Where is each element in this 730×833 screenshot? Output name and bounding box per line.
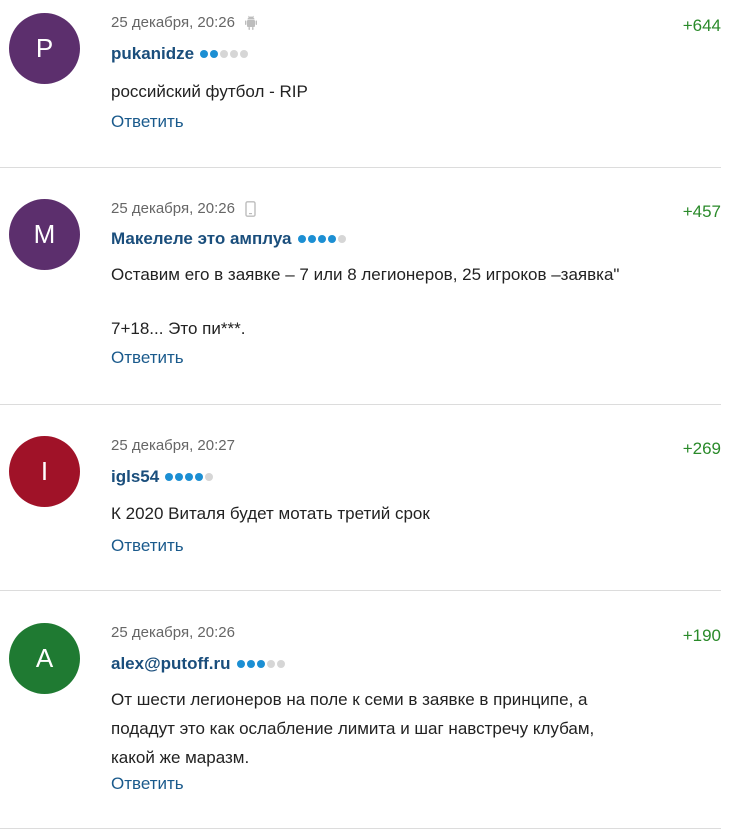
comment-text: российский футбол - RIP <box>111 78 721 106</box>
comment-score: +457 <box>682 202 721 221</box>
comment-item: A 25 декабря, 20:26 +190 alex@putoff.ru … <box>0 591 721 829</box>
comment-text-line: российский футбол - RIP <box>111 82 308 101</box>
comment-text: К 2020 Виталя будет мотать третий срок <box>111 500 721 528</box>
rating-dot <box>236 660 245 668</box>
comment-meta: 25 декабря, 20:27 <box>111 437 235 454</box>
comment-meta: 25 декабря, 20:26 <box>111 200 256 217</box>
comment-score: +190 <box>682 626 721 645</box>
mobile-phone-icon <box>245 200 256 217</box>
author-line: Макелеле это амплуа <box>111 229 346 249</box>
comment-text-line: К 2020 Виталя будет мотать третий срок <box>111 504 430 523</box>
rating-dot <box>200 50 209 58</box>
author-name[interactable]: pukanidze <box>111 44 194 64</box>
comment-date: 25 декабря, 20:27 <box>111 437 235 454</box>
rating-dot <box>220 50 229 58</box>
rating-dot <box>240 50 249 58</box>
author-line: alex@putoff.ru <box>111 654 285 674</box>
author-line: pukanidze <box>111 44 249 64</box>
author-rating-dots <box>165 473 214 481</box>
avatar[interactable]: I <box>9 436 80 507</box>
rating-dot <box>317 235 326 243</box>
comment-date: 25 декабря, 20:26 <box>111 14 235 31</box>
rating-dot <box>175 473 184 481</box>
comment-feed: P 25 декабря, 20:26 +644 pukanidze росси… <box>0 0 730 829</box>
rating-dot <box>210 50 219 58</box>
rating-dot <box>205 473 214 481</box>
rating-dot <box>185 473 194 481</box>
author-rating-dots <box>200 50 249 58</box>
comment-text: От шести легионеров на поле к семи в зая… <box>111 685 721 772</box>
rating-dot <box>307 235 316 243</box>
rating-dot <box>337 235 346 243</box>
comment-text-line: подадут это как ослабление лимита и шаг … <box>111 719 595 738</box>
avatar[interactable]: A <box>9 623 80 694</box>
android-icon <box>244 15 257 31</box>
author-line: igls54 <box>111 467 214 487</box>
comment-text: Оставим его в заявке – 7 или 8 легионеро… <box>111 261 721 343</box>
comment-meta: 25 декабря, 20:26 <box>111 624 235 641</box>
comment-item: I 25 декабря, 20:27 +269 igls54 К 2020 В… <box>0 405 721 591</box>
avatar[interactable]: M <box>9 199 80 270</box>
author-name[interactable]: Макелеле это амплуа <box>111 229 292 249</box>
rating-dot <box>276 660 285 668</box>
author-name[interactable]: alex@putoff.ru <box>111 654 231 674</box>
rating-dot <box>327 235 336 243</box>
rating-dot <box>230 50 239 58</box>
reply-link[interactable]: Ответить <box>111 112 184 132</box>
comment-item: M 25 декабря, 20:26 +457 Макелеле это ам… <box>0 168 721 405</box>
comment-text-line: какой же маразм. <box>111 748 250 767</box>
comment-item: P 25 декабря, 20:26 +644 pukanidze росси… <box>0 0 721 168</box>
comment-text-line <box>111 289 721 315</box>
comment-score: +269 <box>682 439 721 458</box>
comment-text-line: 7+18... Это пи***. <box>111 319 246 338</box>
rating-dot <box>266 660 275 668</box>
author-rating-dots <box>236 660 285 668</box>
rating-dot <box>297 235 306 243</box>
reply-link[interactable]: Ответить <box>111 774 184 794</box>
comment-date: 25 декабря, 20:26 <box>111 624 235 641</box>
comment-meta: 25 декабря, 20:26 <box>111 14 257 31</box>
rating-dot <box>165 473 174 481</box>
comment-text-line: От шести легионеров на поле к семи в зая… <box>111 690 588 709</box>
rating-dot <box>195 473 204 481</box>
rating-dot <box>246 660 255 668</box>
avatar[interactable]: P <box>9 13 80 84</box>
reply-link[interactable]: Ответить <box>111 536 184 556</box>
comment-text-line: Оставим его в заявке – 7 или 8 легионеро… <box>111 265 620 284</box>
author-rating-dots <box>297 235 346 243</box>
rating-dot <box>256 660 265 668</box>
reply-link[interactable]: Ответить <box>111 348 184 368</box>
comment-date: 25 декабря, 20:26 <box>111 200 235 217</box>
comment-score: +644 <box>682 16 721 35</box>
author-name[interactable]: igls54 <box>111 467 159 487</box>
